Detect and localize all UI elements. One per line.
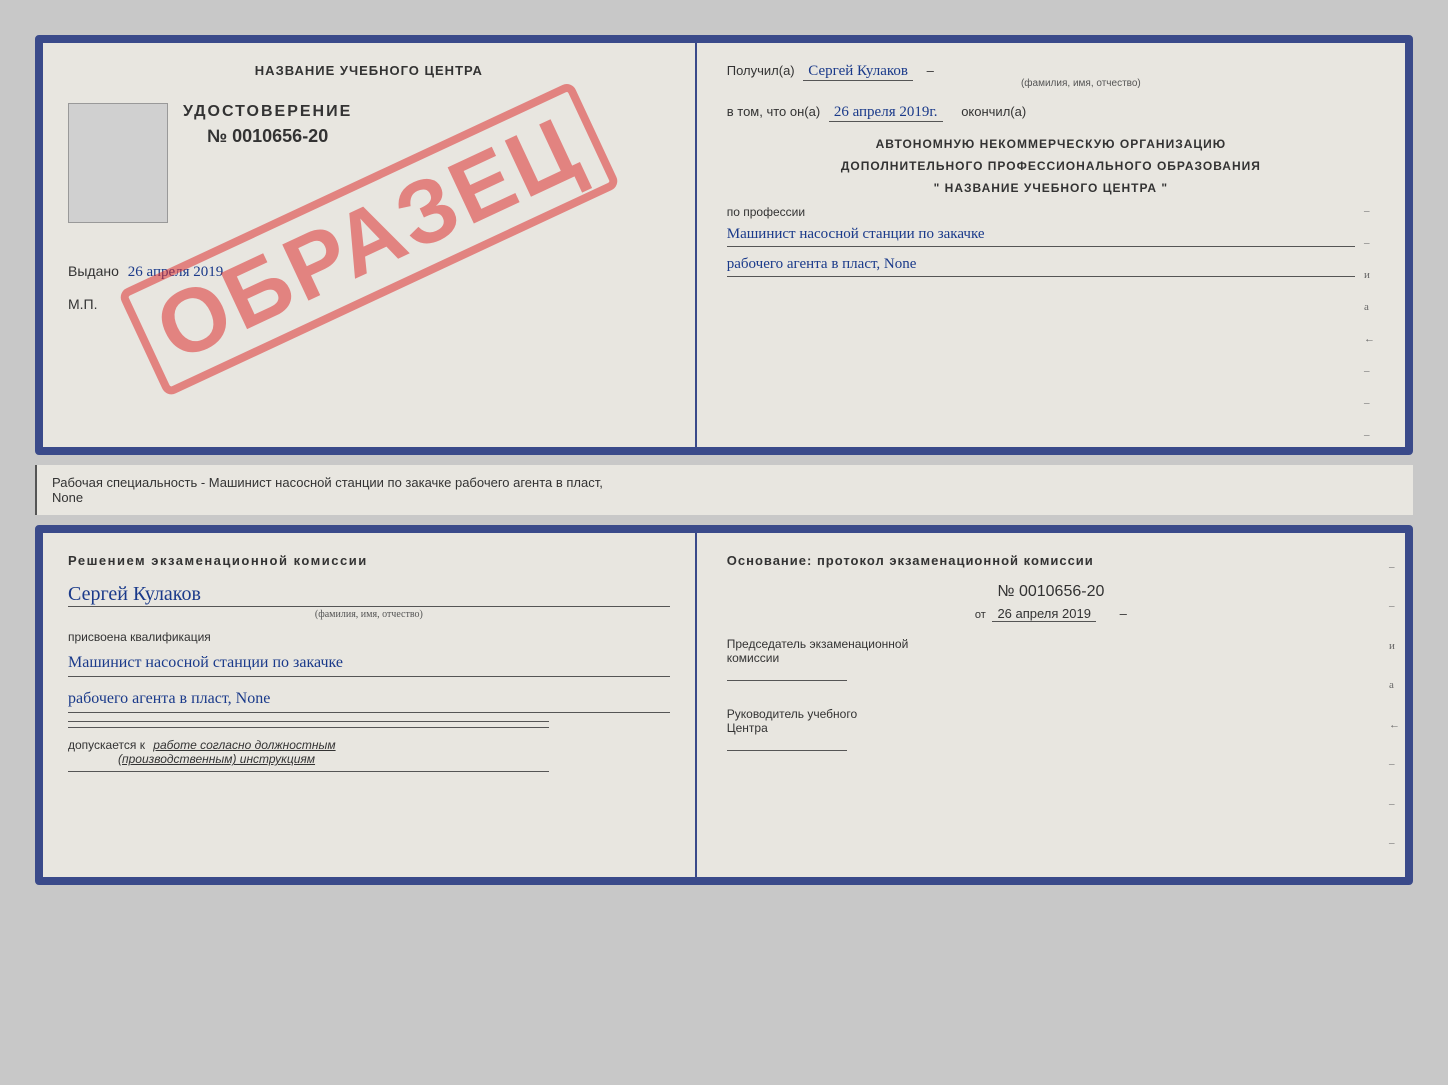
name-block-bottom: Сергей Кулаков (фамилия, имя, отчество): [68, 583, 670, 620]
predsedatel-block: Председатель экзаменационной комиссии: [727, 637, 1375, 687]
protocol-number: № 0010656-20: [727, 583, 1375, 601]
profession-line2: рабочего агента в пласт, None: [727, 252, 1355, 277]
poluchil-value: Сергей Кулаков: [803, 63, 913, 81]
predsedatel-label: Председатель экзаменационной: [727, 637, 1375, 651]
dash-r4: –: [1364, 365, 1375, 377]
osnovanie-title: Основание: протокол экзаменационной коми…: [727, 553, 1375, 568]
cert-bottom-left: Решением экзаменационной комиссии Сергей…: [43, 533, 697, 877]
predsedatel-sig-line: [727, 680, 847, 681]
udost-number: № 0010656-20: [183, 126, 352, 147]
dopuskaetsya-value2: (производственным) инструкциям: [118, 752, 315, 766]
poluchil-label: Получил(а): [727, 63, 795, 78]
rukovoditel-label2: Центра: [727, 721, 1375, 735]
info-bar: Рабочая специальность - Машинист насосно…: [35, 465, 1413, 515]
org-line3: " НАЗВАНИЕ УЧЕБНОГО ЦЕНТРА ": [727, 181, 1375, 195]
org-block: АВТОНОМНУЮ НЕКОММЕРЧЕСКУЮ ОРГАНИЗАЦИЮ ДО…: [727, 137, 1375, 195]
vtom-date: 26 апреля 2019г.: [829, 104, 943, 122]
cert-bottom-right: Основание: протокол экзаменационной коми…: [697, 533, 1405, 877]
info-text-1: Рабочая специальность - Машинист насосно…: [52, 475, 1398, 490]
dash-r2: –: [1364, 237, 1375, 249]
dash-rr3: –: [1389, 758, 1400, 770]
bottom-line1: [68, 721, 549, 722]
dash-r5: –: [1364, 397, 1375, 409]
vydano-date: 26 апреля 2019: [128, 264, 224, 280]
dopuskaetsya-block: допускается к работе согласно должностны…: [68, 738, 670, 766]
dash-r6: –: [1364, 429, 1375, 441]
udost-title: УДОСТОВЕРЕНИЕ: [183, 103, 352, 121]
rukovoditel-block: Руководитель учебного Центра: [727, 707, 1375, 757]
dash1: –: [927, 63, 934, 78]
predsedatel-label2: комиссии: [727, 651, 1375, 665]
vtom-row: в том, что он(а) 26 апреля 2019г. окончи…: [727, 104, 1375, 122]
reshenie-title: Решением экзаменационной комиссии: [68, 553, 670, 568]
vtom-label: в том, что он(а): [727, 104, 820, 119]
i-char-top: и: [1364, 269, 1375, 281]
udostoverenie-block: УДОСТОВЕРЕНИЕ № 0010656-20: [183, 103, 352, 233]
dash-r1: –: [1364, 205, 1375, 217]
rukovoditel-sig-line: [727, 750, 847, 751]
po-professii: по профессии: [727, 205, 1355, 219]
photo-area: [68, 103, 168, 223]
bottom-line2: [68, 727, 549, 728]
poluchil-row: Получил(а) Сергей Кулаков – (фамилия, им…: [727, 63, 1375, 89]
mp-line: М.П.: [68, 296, 670, 312]
a-char-bottom: а: [1389, 679, 1400, 691]
protocol-date: от 26 апреля 2019 –: [727, 606, 1375, 622]
dopuskaetsya-label: допускается к: [68, 738, 145, 752]
arrow-bottom: ←: [1389, 719, 1400, 731]
profession-line1: Машинист насосной станции по закачке: [727, 222, 1355, 247]
name-cursive-bottom: Сергей Кулаков: [68, 583, 670, 607]
dash-rr5: –: [1389, 837, 1400, 849]
bottom-certificate: Решением экзаменационной комиссии Сергей…: [35, 525, 1413, 885]
prisvoena-label: присвоена квалификация: [68, 630, 670, 644]
org-line1: АВТОНОМНУЮ НЕКОММЕРЧЕСКУЮ ОРГАНИЗАЦИЮ: [727, 137, 1375, 151]
ot-label: от: [975, 609, 986, 621]
dash-rr2: –: [1389, 600, 1400, 612]
rukovoditel-label: Руководитель учебного: [727, 707, 1375, 721]
ot-date: 26 апреля 2019: [992, 606, 1096, 622]
bottom-line3: [68, 771, 549, 772]
org-line2: ДОПОЛНИТЕЛЬНОГО ПРОФЕССИОНАЛЬНОГО ОБРАЗО…: [727, 159, 1375, 173]
dopuskaetsya-value: работе согласно должностным: [153, 738, 335, 752]
profession-block: по профессии Машинист насосной станции п…: [727, 205, 1375, 277]
dash-bottom-r1: –: [1120, 606, 1127, 621]
familiya-label-bottom: (фамилия, имя, отчество): [68, 609, 670, 620]
info-text-2: None: [52, 490, 1398, 505]
dash-r3: ←: [1364, 333, 1375, 345]
dash-rr4: –: [1389, 798, 1400, 810]
cert-top-title: НАЗВАНИЕ УЧЕБНОГО ЦЕНТРА: [68, 63, 670, 78]
cert-top-right: Получил(а) Сергей Кулаков – (фамилия, им…: [697, 43, 1405, 447]
okончил-label: окончил(а): [961, 104, 1026, 119]
top-certificate: НАЗВАНИЕ УЧЕБНОГО ЦЕНТРА УДОСТОВЕРЕНИЕ №…: [35, 35, 1413, 455]
page-wrapper: НАЗВАНИЕ УЧЕБНОГО ЦЕНТРА УДОСТОВЕРЕНИЕ №…: [20, 20, 1428, 900]
qual-line2: рабочего агента в пласт, None: [68, 685, 670, 713]
dash-rr1: –: [1389, 561, 1400, 573]
vydano-label: Выдано: [68, 263, 119, 279]
a-char-top: а: [1364, 301, 1375, 313]
vydano-line: Выдано 26 апреля 2019: [68, 263, 670, 281]
cert-top-left: НАЗВАНИЕ УЧЕБНОГО ЦЕНТРА УДОСТОВЕРЕНИЕ №…: [43, 43, 697, 447]
qual-line1: Машинист насосной станции по закачке: [68, 649, 670, 677]
i-char-bottom: и: [1389, 640, 1400, 652]
